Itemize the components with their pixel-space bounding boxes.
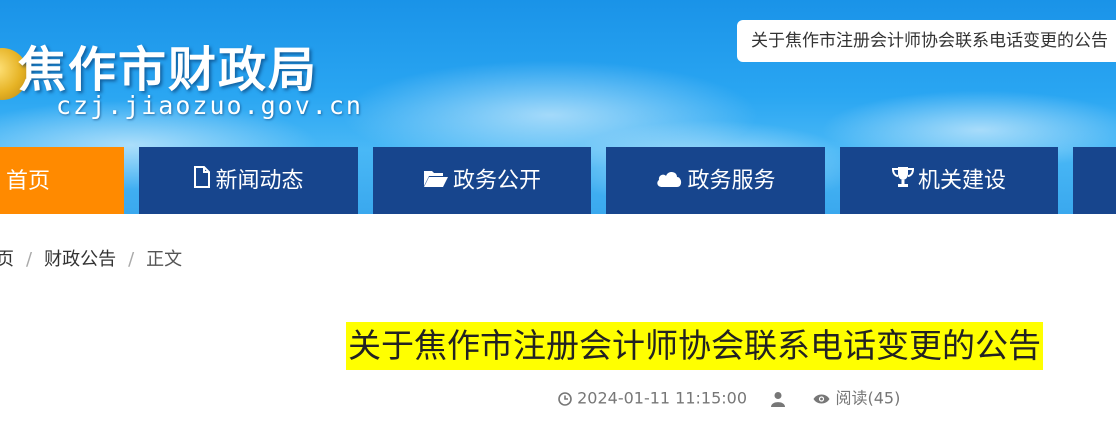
author-icon <box>771 389 790 408</box>
nav-item-label: 政务服务 <box>687 168 776 194</box>
article-datetime: 2024-01-11 11:15:00 <box>577 388 748 408</box>
article-title: 关于焦作市注册会计师协会联系电话变更的公告 <box>346 322 1043 370</box>
nav-item-label: 机关建设 <box>917 168 1006 194</box>
eye-icon <box>813 389 835 408</box>
breadcrumb-separator: / <box>26 249 33 270</box>
nav-item-party-building[interactable]: 机关建设 <box>840 147 1058 214</box>
cloud-icon <box>655 148 683 215</box>
site-domain: czj.jiaozuo.gov.cn <box>56 91 363 120</box>
nav-item-public-affairs[interactable]: 政务公开 <box>373 147 591 214</box>
nav-item-label: 新闻动态 <box>215 168 304 194</box>
article-read-count: 阅读(45) <box>835 388 901 408</box>
nav-item-news[interactable]: 新闻动态 <box>139 147 358 214</box>
article-meta: 2024-01-11 11:15:00 阅读(45) <box>558 386 900 410</box>
folder-open-icon <box>423 148 449 215</box>
breadcrumb-home-link[interactable]: 页 <box>0 249 14 270</box>
clock-icon <box>558 389 577 408</box>
search-input[interactable] <box>737 20 1116 62</box>
nav-item-label: 首页 <box>6 168 51 194</box>
file-icon <box>193 148 211 215</box>
breadcrumb-current: 正文 <box>146 249 183 270</box>
breadcrumb-category-link[interactable]: 财政公告 <box>44 249 116 270</box>
breadcrumb: 页 / 财政公告 / 正文 <box>0 246 182 274</box>
trophy-icon <box>891 148 914 215</box>
nav-item-home[interactable]: 首页 <box>0 147 124 214</box>
nav-item-more[interactable] <box>1073 147 1116 214</box>
breadcrumb-separator: / <box>128 249 135 270</box>
site-logo-title[interactable]: 焦作市财政局 <box>18 30 318 100</box>
nav-item-services[interactable]: 政务服务 <box>606 147 825 214</box>
nav-item-label: 政务公开 <box>452 168 541 194</box>
